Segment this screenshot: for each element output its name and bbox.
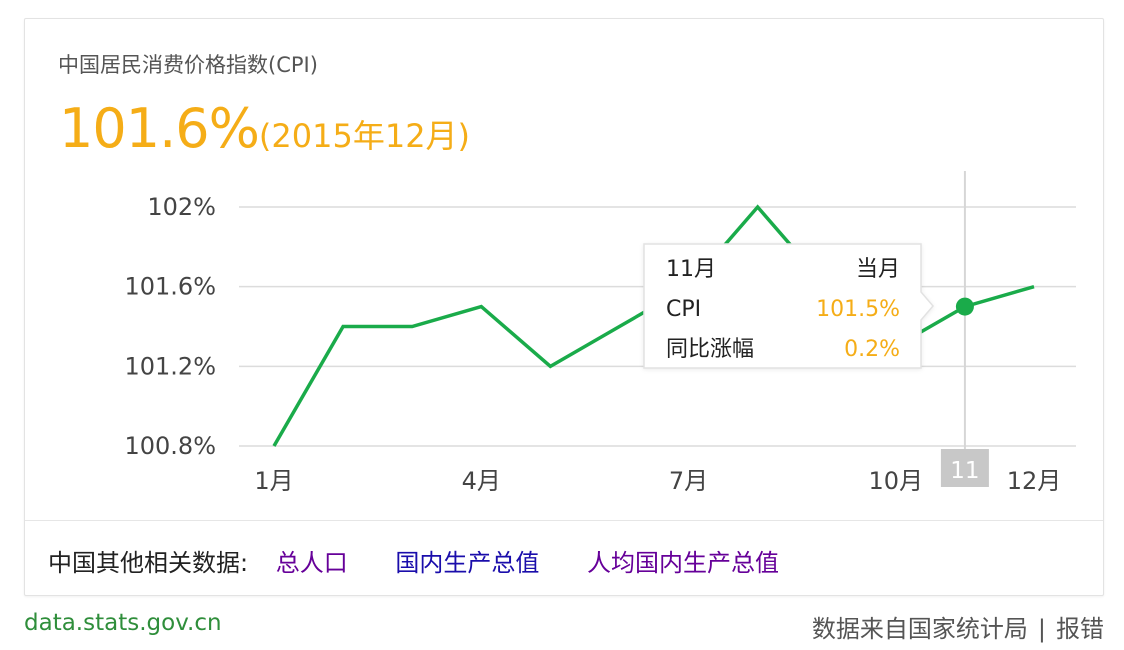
- tooltip-row-label: 同比涨幅: [666, 337, 754, 362]
- tooltip-row-value: 0.2%: [844, 337, 900, 362]
- y-tick-label: 100.8%: [124, 432, 216, 460]
- tooltip-row-label: CPI: [666, 297, 701, 322]
- cpi-card: 中国居民消费价格指数(CPI) 101.6%(2015年12月) 100.8% 1…: [24, 18, 1104, 596]
- hover-x-label: 11: [950, 458, 979, 484]
- y-tick-label: 102%: [147, 193, 216, 221]
- hover-point[interactable]: [955, 297, 974, 316]
- tooltip-period-label: 当月: [856, 257, 900, 282]
- link-gdp[interactable]: 国内生产总值: [395, 549, 539, 577]
- related-data-bar: 中国其他相关数据: 总人口 国内生产总值 人均国内生产总值: [25, 520, 1103, 596]
- tooltip-row-value: 101.5%: [816, 297, 900, 322]
- y-tick-label: 101.6%: [124, 273, 216, 301]
- related-label: 中国其他相关数据:: [48, 549, 249, 577]
- x-tick-label: 4月: [462, 467, 501, 495]
- credit-text: 数据来自国家统计局: [811, 615, 1028, 643]
- report-error-link[interactable]: 报错: [1056, 615, 1104, 643]
- x-tick-label: 12月: [1007, 467, 1062, 495]
- link-total-population[interactable]: 总人口: [276, 549, 348, 577]
- link-gdp-per-capita[interactable]: 人均国内生产总值: [587, 549, 779, 577]
- credit-separator: |: [1037, 615, 1046, 643]
- x-tick-label: 1月: [254, 467, 293, 495]
- x-tick-label: 10月: [869, 467, 924, 495]
- related-data: 中国其他相关数据: 总人口 国内生产总值 人均国内生产总值: [48, 543, 779, 578]
- tooltip-month: 11月: [666, 257, 716, 282]
- source-credit: 数据来自国家统计局 | 报错: [812, 609, 1104, 644]
- x-tick-label: 7月: [669, 467, 708, 495]
- cpi-line-chart[interactable]: 100.8% 101.2% 101.6% 102% 1月 4月 7月 10月 12月 11 11月 当…: [25, 19, 1103, 519]
- y-tick-label: 101.2%: [124, 352, 216, 380]
- source-link[interactable]: data.stats.gov.cn: [24, 610, 222, 636]
